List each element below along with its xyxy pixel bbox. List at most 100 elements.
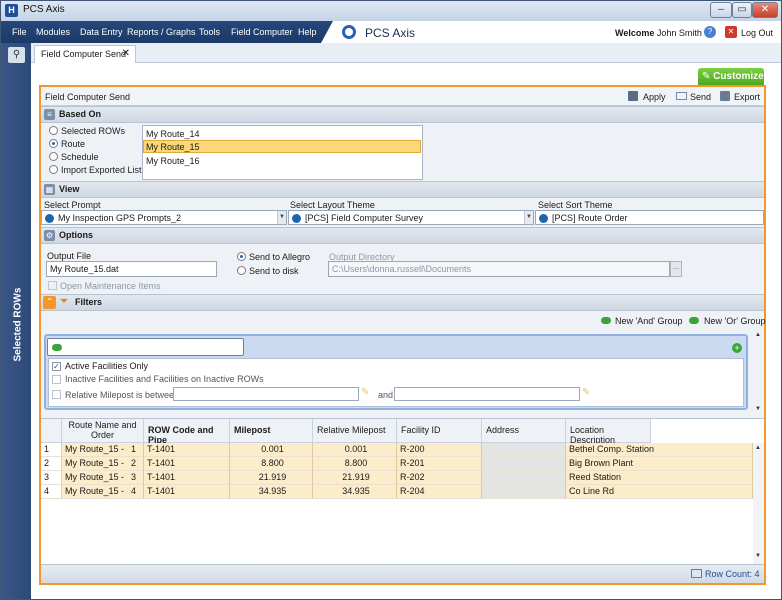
scroll-down-icon[interactable]: ▼ — [755, 553, 761, 559]
menu-tools[interactable]: Tools — [199, 27, 220, 37]
column-header-relative-milepost[interactable]: Relative Milepost — [313, 419, 397, 443]
row-count: Row Count: 4 — [705, 569, 760, 579]
pencil-icon[interactable]: ✎ — [361, 387, 369, 398]
sort-select[interactable]: [PCS] Route Order — [535, 210, 764, 225]
radio-send-allegro[interactable] — [237, 252, 246, 261]
relative-milepost-cell: 34.935 — [313, 485, 397, 499]
scroll-up-icon[interactable]: ▲ — [755, 332, 761, 338]
radio-selected-rows[interactable] — [49, 126, 58, 135]
open-maint-label: Open Maintenance Items — [60, 281, 161, 291]
row-number-header — [41, 419, 62, 443]
column-header-route[interactable]: Route Name and Order — [62, 419, 144, 443]
maximize-button[interactable]: ▭ — [732, 2, 752, 18]
user-name: John Smith — [656, 28, 702, 38]
export-button[interactable]: Export — [734, 92, 760, 102]
based-on-header[interactable]: ≡ Based On — [41, 106, 764, 123]
route-cell: My Route_15 - — [62, 471, 128, 485]
chevron-down-icon[interactable]: ▼ — [524, 211, 533, 224]
route-cell: My Route_15 - — [62, 443, 128, 457]
column-header-location[interactable]: Location Description — [566, 419, 651, 445]
menu-file[interactable]: File — [12, 27, 27, 37]
view-header[interactable]: ▦ View — [41, 181, 764, 198]
sort-label: Select Sort Theme — [538, 200, 613, 210]
minimize-button[interactable]: – — [710, 2, 732, 18]
table-row[interactable]: 3 My Route_15 - 3 T-1401 21.919 21.919 R… — [41, 471, 753, 485]
route-list-item[interactable]: My Route_14 — [146, 129, 200, 139]
app-window: H PCS Axis – ▭ ✕ File Modules Data Entry… — [0, 0, 782, 600]
scroll-down-icon[interactable]: ▼ — [755, 406, 761, 412]
layout-select[interactable]: [PCS] Field Computer Survey ▼ — [288, 210, 534, 225]
table-row[interactable]: 4 My Route_15 - 4 T-1401 34.935 34.935 R… — [41, 485, 753, 499]
menu-field-computer[interactable]: Field Computer — [231, 27, 293, 37]
order-cell: 1 — [128, 443, 144, 457]
filters-title: Filters — [75, 297, 103, 307]
search-icon[interactable]: ⚲ — [8, 47, 25, 63]
add-filter-icon[interactable]: + — [732, 343, 742, 353]
radio-schedule-label: Schedule — [61, 152, 99, 162]
collapse-icon[interactable]: ⌃ — [43, 296, 56, 309]
filter-scrollbar[interactable]: ▲ ▼ — [753, 331, 764, 416]
column-header-milepost[interactable]: Milepost — [230, 419, 313, 443]
row-number: 3 — [41, 471, 62, 485]
inactive-checkbox[interactable] — [52, 375, 61, 384]
order-cell: 2 — [128, 457, 144, 471]
printer-icon — [720, 91, 730, 101]
chevron-down-icon[interactable]: ▼ — [277, 211, 286, 224]
active-only-checkbox[interactable]: ✓ — [52, 362, 61, 371]
title-bar: H PCS Axis – ▭ ✕ — [1, 1, 781, 21]
column-header-address[interactable]: Address — [482, 419, 566, 443]
wrench-icon: ✎ — [702, 71, 711, 82]
filters-header[interactable]: ⌃ ⏷ Filters — [41, 294, 764, 311]
radio-schedule[interactable] — [49, 152, 58, 161]
column-header-facility-id[interactable]: Facility ID — [397, 419, 482, 443]
new-or-group-button[interactable]: New 'Or' Group — [704, 316, 765, 326]
selected-rows-side-tab[interactable]: Selected ROWs — [13, 288, 24, 362]
route-list-item[interactable]: My Route_16 — [146, 156, 200, 166]
apply-button[interactable]: Apply — [643, 92, 666, 102]
radio-route[interactable] — [49, 139, 58, 148]
radio-send-disk[interactable] — [237, 266, 246, 275]
radio-import-list[interactable] — [49, 165, 58, 174]
grid-scrollbar[interactable]: ▲ ▼ — [753, 443, 764, 564]
column-header-row-code[interactable]: ROW Code and Pipe — [144, 419, 230, 445]
relative-milepost-cell: 0.001 — [313, 443, 397, 457]
logout-icon[interactable]: ✕ — [725, 26, 737, 38]
scroll-up-icon[interactable]: ▲ — [755, 445, 761, 451]
browse-button[interactable]: … — [670, 261, 682, 277]
address-cell — [482, 471, 566, 485]
options-header[interactable]: ⚙ Options — [41, 227, 764, 244]
close-tab-icon[interactable]: ✕ — [122, 48, 130, 59]
location-cell: Bethel Comp. Station — [566, 443, 753, 457]
menu-help[interactable]: Help — [298, 27, 317, 37]
prompt-select[interactable]: My Inspection GPS Prompts_2 ▼ — [41, 210, 287, 225]
close-window-button[interactable]: ✕ — [752, 2, 778, 18]
relative-mp-to-input[interactable] — [394, 387, 580, 401]
row-code-cell: T-1401 — [144, 443, 230, 457]
logout-link[interactable]: Log Out — [741, 28, 773, 38]
tab-field-computer-send[interactable]: Field Computer Send ✕ — [34, 45, 136, 63]
pencil-icon[interactable]: ✎ — [582, 387, 590, 398]
layout-label: Select Layout Theme — [290, 200, 375, 210]
radio-selected-rows-label: Selected ROWs — [61, 126, 126, 136]
open-maint-checkbox[interactable] — [48, 281, 57, 290]
output-dir-input[interactable]: C:\Users\donna.russell\Documents — [328, 261, 670, 277]
menu-data-entry[interactable]: Data Entry — [80, 27, 123, 37]
menu-reports-graphs[interactable]: Reports / Graphs — [127, 27, 196, 37]
row-code-cell: T-1401 — [144, 457, 230, 471]
order-cell: 4 — [128, 485, 144, 499]
filter-group-name-input[interactable] — [47, 338, 244, 356]
table-row[interactable]: 1 My Route_15 - 1 T-1401 0.001 0.001 R-2… — [41, 443, 753, 457]
menu-modules[interactable]: Modules — [36, 27, 70, 37]
customize-button[interactable]: ✎ Customize — [698, 68, 764, 86]
table-row[interactable]: 2 My Route_15 - 2 T-1401 8.800 8.800 R-2… — [41, 457, 753, 471]
help-icon[interactable]: ? — [704, 26, 716, 38]
relative-mp-checkbox[interactable] — [52, 390, 61, 399]
relative-mp-from-input[interactable] — [173, 387, 359, 401]
list-icon: ≡ — [44, 109, 55, 120]
send-button[interactable]: Send — [690, 92, 711, 102]
location-cell: Co Line Rd — [566, 485, 753, 499]
layout-value: [PCS] Field Computer Survey — [305, 213, 424, 223]
route-list-item-selected[interactable]: My Route_15 — [143, 140, 421, 153]
output-file-input[interactable]: My Route_15.dat — [46, 261, 217, 277]
new-and-group-button[interactable]: New 'And' Group — [615, 316, 682, 326]
